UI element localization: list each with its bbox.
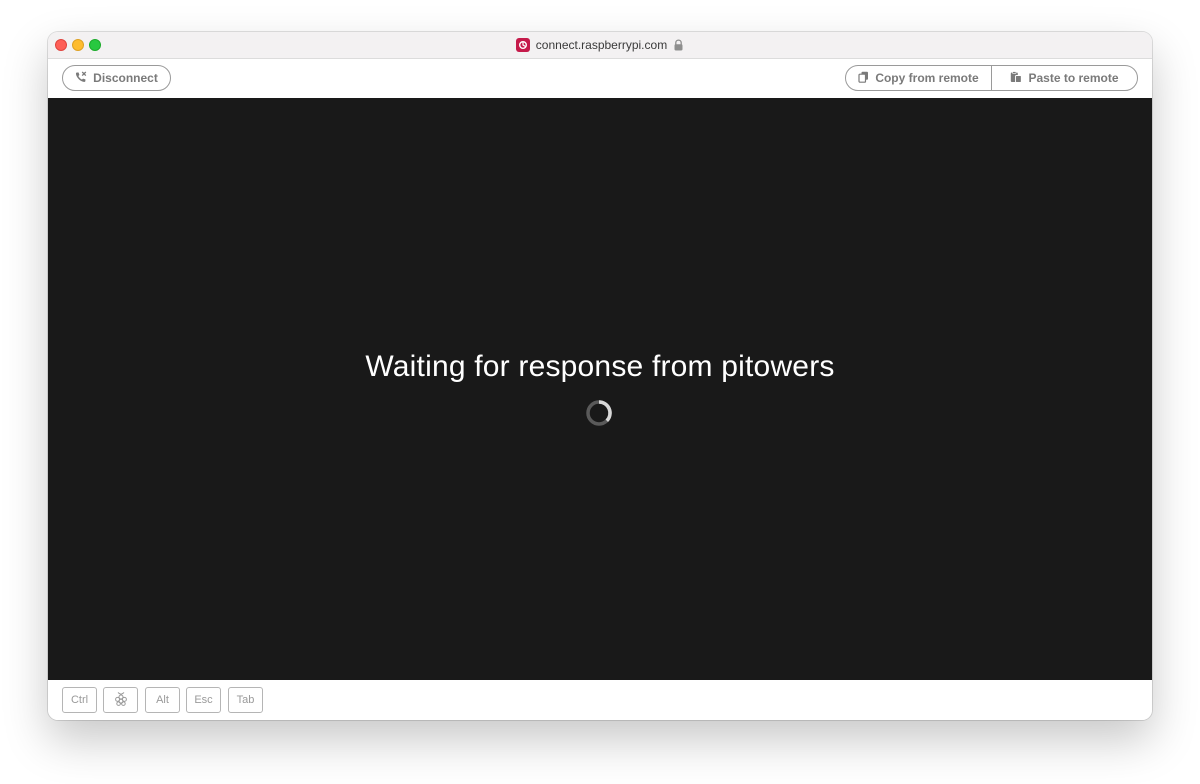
raspberry-pi-logo-icon [114,691,128,710]
esc-key-button[interactable]: Esc [186,687,221,713]
tab-key-button[interactable]: Tab [228,687,263,713]
connection-status-text: Waiting for response from pitowers [365,350,835,383]
ctrl-key-button[interactable]: Ctrl [62,687,97,713]
browser-window: connect.raspberrypi.com Disconnect Copy … [48,32,1152,720]
clipboard-paste-icon [1010,70,1023,86]
clipboard-button-group: Copy from remote Paste to remote [845,65,1138,91]
copy-label: Copy from remote [875,71,979,85]
super-key-button[interactable] [103,687,138,713]
paste-label: Paste to remote [1028,71,1119,85]
loading-spinner-icon [585,399,613,427]
copy-from-remote-button[interactable]: Copy from remote [845,65,992,91]
address-bar[interactable]: connect.raspberrypi.com [48,32,1152,58]
paste-to-remote-button[interactable]: Paste to remote [991,65,1138,91]
phone-disconnect-icon [75,71,87,86]
disconnect-label: Disconnect [93,71,158,85]
lock-icon [673,39,684,51]
url-text: connect.raspberrypi.com [535,38,668,52]
title-bar: connect.raspberrypi.com [48,32,1152,59]
clipboard-copy-icon [858,71,869,86]
raspberry-pi-connect-icon [515,38,530,52]
connect-toolbar: Disconnect Copy from remote Paste to rem… [48,59,1152,99]
remote-screen[interactable]: Waiting for response from pitowers [48,98,1152,680]
alt-key-button[interactable]: Alt [145,687,180,713]
disconnect-button[interactable]: Disconnect [62,65,171,91]
keyboard-shortcut-bar: Ctrl Alt Esc Tab [48,680,1152,720]
